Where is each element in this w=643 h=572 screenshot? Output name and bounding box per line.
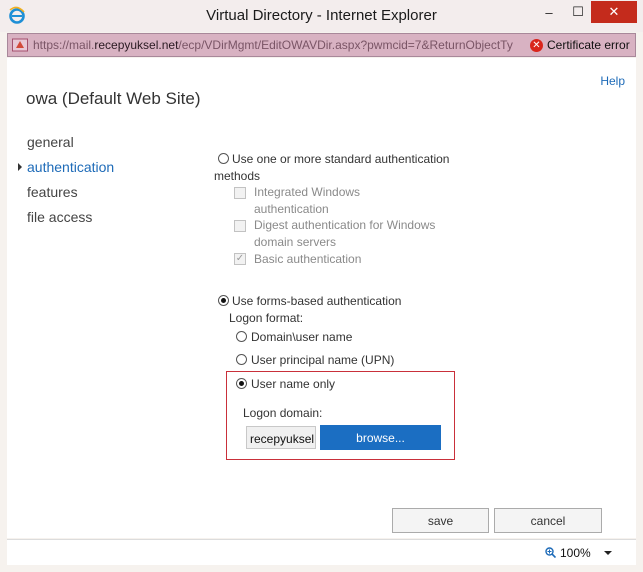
- standard-auth-label-cont: methods: [214, 169, 261, 183]
- help-link[interactable]: Help: [600, 74, 625, 88]
- forms-auth-label: Use forms-based authentication: [232, 294, 402, 308]
- format-domain-user-radio[interactable]: [236, 331, 247, 342]
- left-nav: general authentication features file acc…: [18, 134, 114, 234]
- format-username-only-label: User name only: [251, 377, 336, 391]
- nav-item-file-access[interactable]: file access: [27, 209, 114, 234]
- digest-auth-label-cont: domain servers: [254, 235, 337, 249]
- format-domain-user-label: Domain\user name: [251, 330, 353, 344]
- certificate-error-icon[interactable]: ✕: [530, 39, 543, 52]
- basic-auth-checkbox[interactable]: ✓: [234, 253, 246, 265]
- logon-domain-input[interactable]: recepyuksel.net: [246, 426, 316, 449]
- forms-auth-radio[interactable]: [218, 295, 229, 306]
- address-bar[interactable]: https://mail.recepyuksel.net/ecp/VDirMgm…: [7, 33, 636, 57]
- status-bar: 100%: [7, 539, 636, 565]
- url-domain: recepyuksel.net: [94, 38, 179, 52]
- cancel-button[interactable]: cancel: [494, 508, 602, 533]
- nav-arrow-icon: [18, 163, 22, 171]
- dialog-content: Help owa (Default Web Site) general auth…: [7, 58, 636, 538]
- nav-item-authentication[interactable]: authentication: [18, 159, 114, 184]
- zoom-icon[interactable]: [545, 547, 556, 558]
- nav-item-general[interactable]: general: [27, 134, 114, 159]
- close-button[interactable]: ✕: [591, 1, 637, 23]
- integrated-windows-label-cont: authentication: [254, 202, 329, 216]
- standard-auth-radio[interactable]: [218, 153, 229, 164]
- digest-auth-label: Digest authentication for Windows: [254, 218, 436, 232]
- nav-item-features[interactable]: features: [27, 184, 114, 209]
- format-username-only-radio[interactable]: [236, 378, 247, 389]
- format-upn-radio[interactable]: [236, 354, 247, 365]
- minimize-button[interactable]: –: [535, 1, 563, 23]
- page-title: owa (Default Web Site): [26, 89, 201, 108]
- save-button[interactable]: save: [392, 508, 489, 533]
- certificate-error-label[interactable]: Certificate error: [547, 38, 630, 52]
- title-bar: Virtual Directory - Internet Explorer – …: [0, 0, 643, 32]
- format-upn-label: User principal name (UPN): [251, 353, 395, 367]
- shield-icon: [12, 38, 28, 52]
- browse-button[interactable]: browse...: [320, 425, 441, 450]
- integrated-windows-label: Integrated Windows: [254, 185, 361, 199]
- logon-format-label: Logon format:: [229, 311, 304, 325]
- chevron-down-icon[interactable]: [604, 551, 612, 555]
- digest-auth-checkbox[interactable]: [234, 220, 246, 232]
- url-text[interactable]: https://mail.recepyuksel.net/ecp/VDirMgm…: [33, 38, 528, 52]
- zoom-level[interactable]: 100%: [560, 546, 591, 560]
- maximize-button[interactable]: ☐: [564, 1, 592, 23]
- integrated-windows-checkbox[interactable]: [234, 187, 246, 199]
- basic-auth-label: Basic authentication: [254, 252, 362, 266]
- logon-domain-label: Logon domain:: [243, 406, 323, 420]
- standard-auth-label: Use one or more standard authentication: [232, 152, 450, 166]
